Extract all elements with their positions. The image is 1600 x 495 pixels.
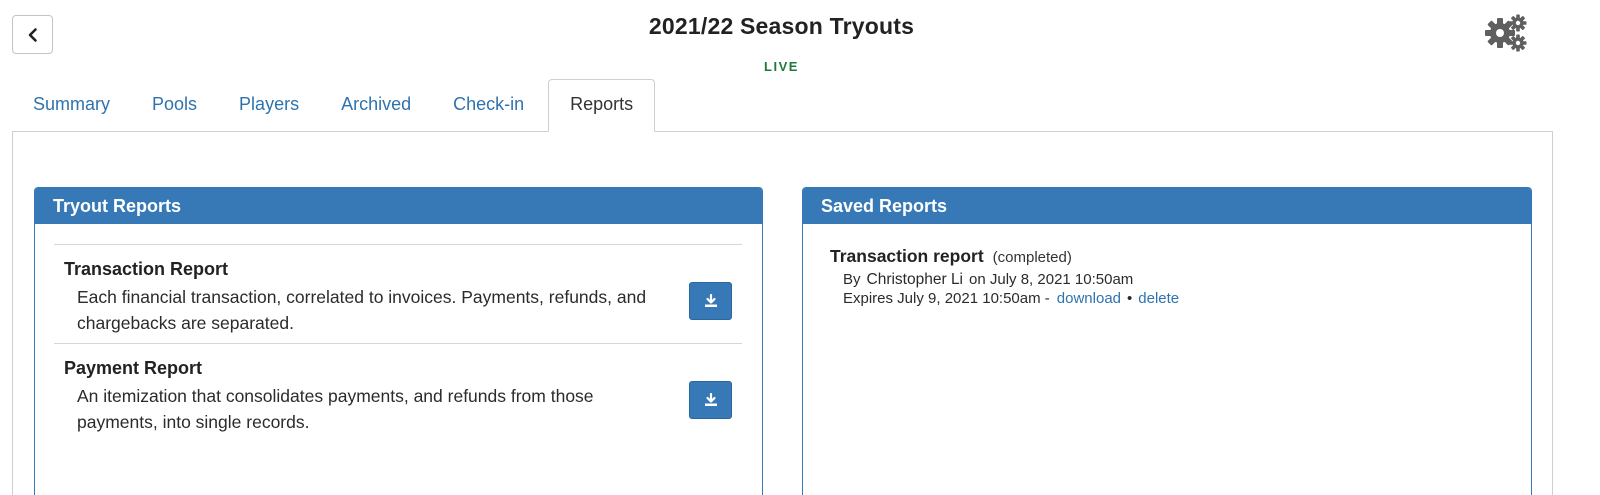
download-payment-report-button[interactable] [689,381,732,419]
expires-text: Expires July 9, 2021 10:50am - [843,290,1050,307]
saved-reports-card: Saved Reports Transaction report (comple… [802,187,1532,495]
tryout-page: 2021/22 Season Tryouts LIVE Summary Pool… [0,0,1600,495]
page-title: 2021/22 Season Tryouts [648,13,915,39]
report-description: Each financial transaction, correlated t… [77,287,647,333]
bullet-separator: • [1127,290,1133,307]
saved-report-status: (completed) [992,249,1072,266]
card-title: Tryout Reports [35,188,762,224]
saved-report-title: Transaction report [830,246,984,266]
tab-reports[interactable]: Reports [548,79,656,132]
saved-report-heading: Transaction report (completed) [830,246,1510,267]
download-transaction-report-button[interactable] [689,282,732,320]
tryout-reports-card: Tryout Reports Transaction Report Each f… [34,187,763,495]
download-link[interactable]: download [1057,290,1121,307]
created-date: on July 8, 2021 10:50am [969,271,1134,288]
saved-report-item: Transaction report (completed) By Christ… [830,246,1510,307]
settings-button[interactable] [1484,13,1530,53]
saved-report-meta: By Christopher Li on July 8, 2021 10:50a… [843,271,1510,289]
tab-pools[interactable]: Pools [131,79,218,132]
report-title: Transaction Report [64,259,229,279]
download-icon [704,393,717,406]
report-title: Payment Report [64,358,203,378]
saved-report-actions: Expires July 9, 2021 10:50am - download … [843,290,1510,307]
delete-link[interactable]: delete [1138,290,1179,307]
gears-icon [1485,14,1527,52]
tab-archived[interactable]: Archived [320,79,432,132]
status-badge: LIVE [764,59,799,74]
report-description: An itemization that consolidates payment… [77,386,594,432]
report-list: Transaction Report Each financial transa… [54,244,742,442]
tab-check-in[interactable]: Check-in [432,79,545,132]
card-title: Saved Reports [803,188,1531,224]
author-name: Christopher Li [866,271,964,288]
tab-players[interactable]: Players [218,79,320,132]
download-icon [704,294,717,307]
list-item: Transaction Report Each financial transa… [54,244,742,343]
tab-bar: Summary Pools Players Archived Check-in … [12,79,656,132]
by-label: By [843,271,861,288]
list-item: Payment Report An itemization that conso… [54,343,742,442]
tab-summary[interactable]: Summary [12,79,131,132]
